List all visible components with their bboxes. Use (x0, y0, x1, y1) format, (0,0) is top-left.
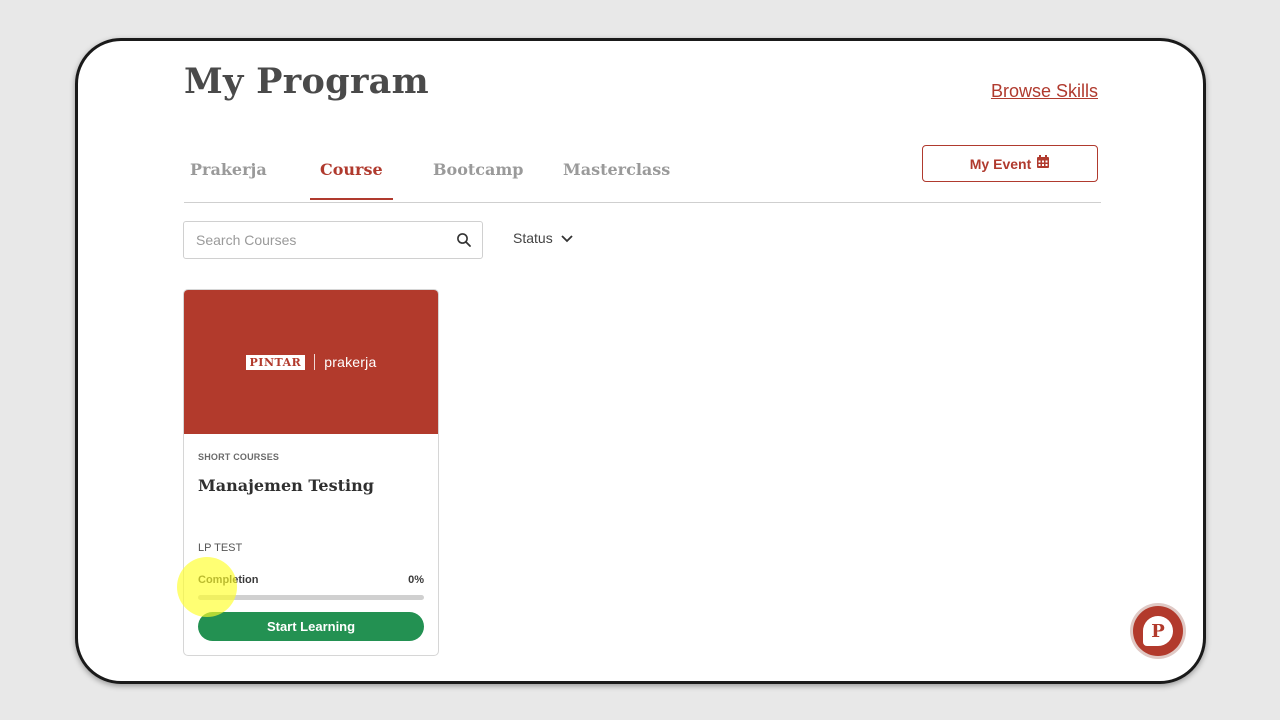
search-box (183, 221, 483, 259)
course-provider: LP TEST (198, 542, 243, 554)
course-title[interactable]: Manajemen Testing (198, 476, 374, 495)
start-learning-button[interactable]: Start Learning (198, 612, 424, 641)
tab-masterclass[interactable]: Masterclass (563, 160, 670, 199)
tab-bootcamp[interactable]: Bootcamp (433, 160, 523, 199)
browse-skills-link[interactable]: Browse Skills (991, 81, 1098, 102)
tab-prakerja[interactable]: Prakerja (190, 160, 267, 199)
course-category: SHORT COURSES (198, 452, 280, 462)
page-title: My Program (184, 61, 429, 102)
pintar-chat-icon: P (1143, 616, 1173, 646)
search-icon[interactable] (456, 232, 472, 248)
chevron-down-icon (561, 230, 573, 246)
search-input[interactable] (184, 232, 439, 248)
completion-progress-bar (198, 595, 424, 600)
completion-label: Completion (198, 574, 259, 586)
chat-button[interactable]: P (1133, 606, 1183, 656)
calendar-icon (1036, 155, 1050, 172)
logo-divider (314, 354, 316, 370)
completion-value: 0% (408, 574, 424, 586)
status-filter[interactable]: Status (513, 230, 573, 246)
course-card[interactable]: PINTAR prakerja SHORT COURSES Manajemen … (183, 289, 439, 656)
pintar-logo: PINTAR (245, 354, 306, 370)
prakerja-logo: prakerja (324, 354, 377, 370)
my-event-button[interactable]: My Event (922, 145, 1098, 182)
app-window: My Program Browse Skills Prakerja Course… (75, 38, 1206, 684)
my-event-label: My Event (969, 155, 1032, 172)
status-filter-label: Status (513, 230, 553, 246)
tab-course[interactable]: Course (310, 160, 393, 200)
course-banner: PINTAR prakerja (184, 290, 438, 434)
completion-row: Completion 0% (198, 574, 424, 586)
